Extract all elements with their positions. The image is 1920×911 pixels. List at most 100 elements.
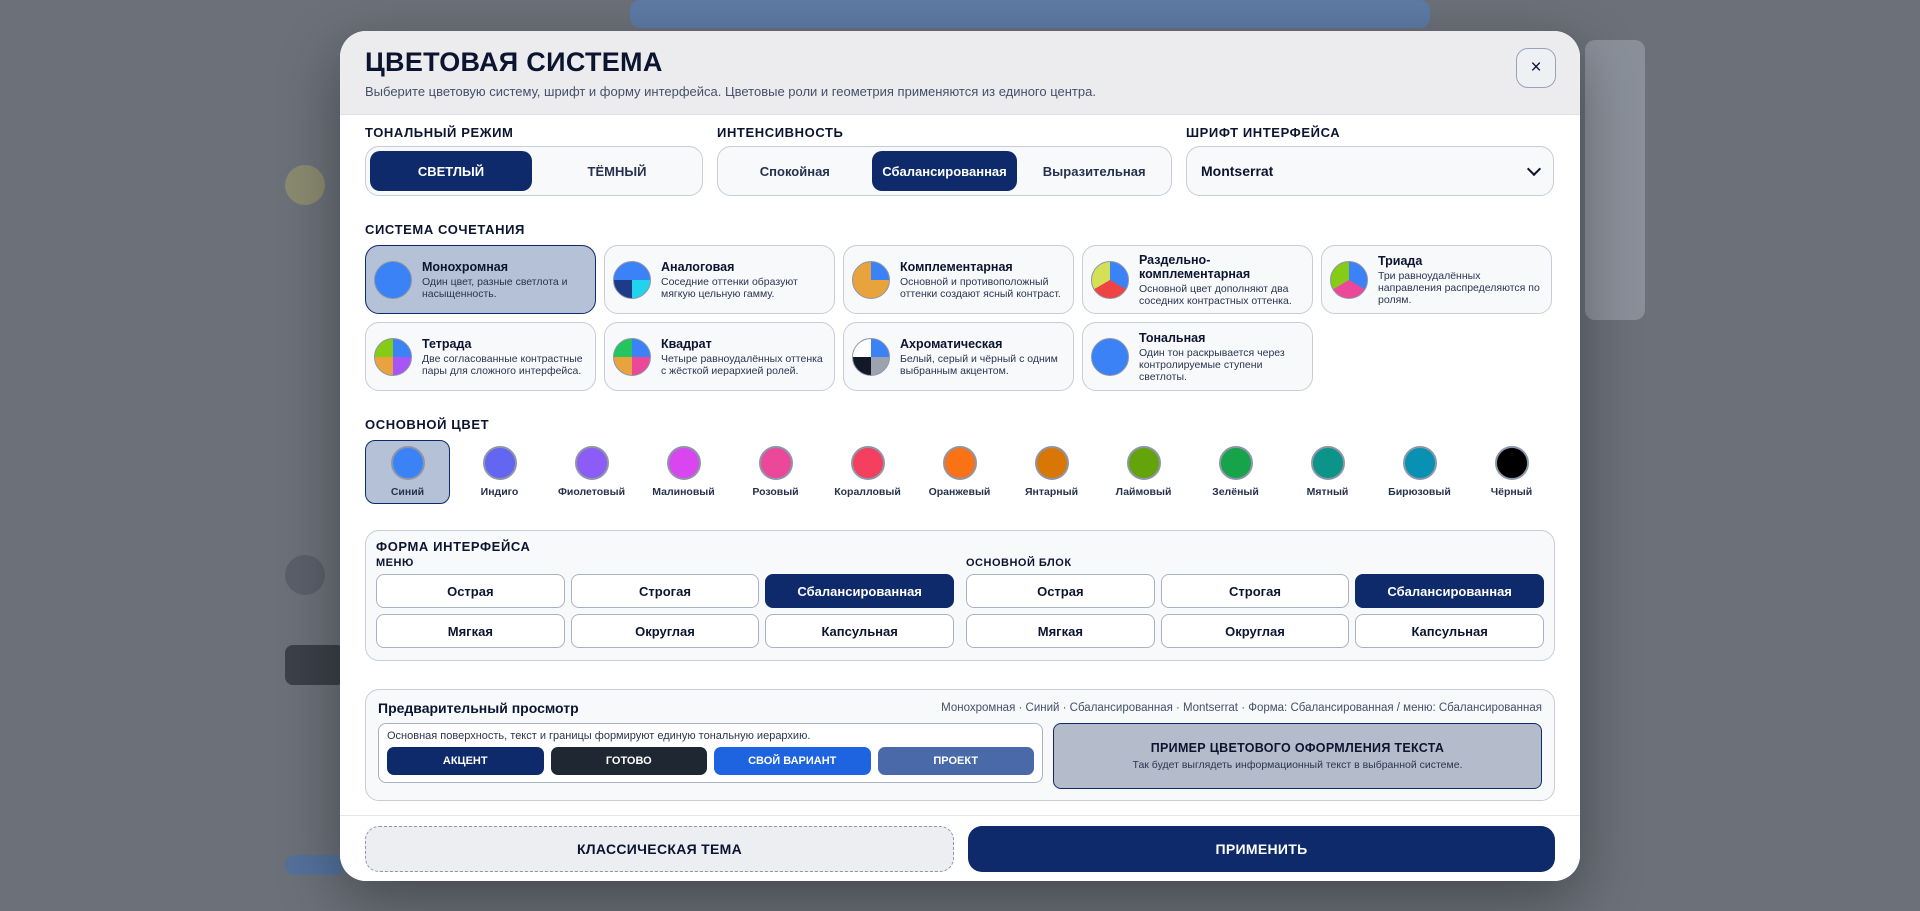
intensity-option-expressive[interactable]: Выразительная xyxy=(1021,151,1167,191)
main-block-shape-label: ОСНОВНОЙ БЛОК xyxy=(966,557,1072,569)
main-block-shape-option[interactable]: Капсульная xyxy=(1355,614,1544,648)
intensity-group: ИНТЕНСИВНОСТЬ Спокойная Сбалансированная… xyxy=(717,125,1172,196)
base-color-palette: Синий Индиго Фиолетовый Малиновый Розовый Кор… xyxy=(365,440,1555,504)
combination-card[interactable]: Триада Три равноудалённых направления рас… xyxy=(1321,245,1552,314)
menu-shape-option[interactable]: Строгая xyxy=(570,574,760,608)
combination-card[interactable]: Ахроматическая Белый, серый и чёрный с од… xyxy=(843,322,1074,391)
color-option[interactable]: Бирюзовый xyxy=(1377,440,1462,504)
color-name: Зелёный xyxy=(1212,486,1259,498)
text-sample-desc: Так будет выглядеть информационный текст… xyxy=(1132,759,1463,771)
combination-desc: Соседние оттенки образуют мягкую цельную… xyxy=(661,275,798,300)
color-dot-icon xyxy=(1310,446,1345,480)
tone-option-light[interactable]: СВЕТЛЫЙ xyxy=(370,151,532,191)
square-swatch-icon xyxy=(613,337,651,376)
combination-card[interactable]: Раздельно-комплементарная Основной цвет д… xyxy=(1082,245,1313,314)
color-dot-icon xyxy=(1218,446,1253,480)
background-button xyxy=(285,645,345,685)
menu-shape-option[interactable]: Мягкая xyxy=(376,614,565,648)
combination-card[interactable]: Тетрада Две согласованные контрастные пар… xyxy=(365,322,596,391)
main-block-shape-option[interactable]: Округлая xyxy=(1160,614,1350,648)
color-option[interactable]: Малиновый xyxy=(641,440,726,504)
main-block-shape-option[interactable]: Строгая xyxy=(1160,574,1350,608)
preview-chip: ГОТОВО xyxy=(550,747,707,775)
color-option[interactable]: Янтарный xyxy=(1009,440,1094,504)
combination-card[interactable]: Монохромная Один цвет, разные светлота и … xyxy=(365,245,596,314)
complementary-swatch-icon xyxy=(852,260,890,299)
intensity-label: ИНТЕНСИВНОСТЬ xyxy=(717,125,844,140)
intensity-option-calm[interactable]: Спокойная xyxy=(722,151,868,191)
tone-option-dark[interactable]: ТЁМНЫЙ xyxy=(536,151,698,191)
color-option[interactable]: Розовый xyxy=(733,440,818,504)
color-option[interactable]: Синий xyxy=(365,440,450,504)
main-block-shape-option[interactable]: Мягкая xyxy=(966,614,1155,648)
combination-desc: Основной и противоположный оттенки созда… xyxy=(900,275,1061,300)
color-option[interactable]: Лаймовый xyxy=(1101,440,1186,504)
dialog-title: ЦВЕТОВАЯ СИСТЕМА xyxy=(365,47,663,77)
background-avatar-2 xyxy=(285,555,325,595)
color-option[interactable]: Мятный xyxy=(1285,440,1370,504)
main-block-shape-option[interactable]: Острая xyxy=(966,574,1155,608)
combination-card[interactable]: Аналоговая Соседние оттенки образуют мягк… xyxy=(604,245,835,314)
combination-desc: Четыре равноудалённых оттенка с жёсткой … xyxy=(661,352,823,377)
apply-button[interactable]: ПРИМЕНИТЬ xyxy=(968,825,1555,872)
combination-label: СИСТЕМА СОЧЕТАНИЯ xyxy=(365,222,526,237)
font-label: ШРИФТ ИНТЕРФЕЙСА xyxy=(1186,125,1341,140)
color-option[interactable]: Индиго xyxy=(457,440,542,504)
close-button[interactable]: × xyxy=(1516,48,1556,88)
classic-theme-button[interactable]: КЛАССИЧЕСКАЯ ТЕМА xyxy=(365,825,954,872)
menu-shape-group: МЕНЮ Острая Строгая Сбалансированная Мягкая… xyxy=(376,557,954,648)
combination-card[interactable]: Комплементарная Основной и противоположны… xyxy=(843,245,1074,314)
mono-swatch-icon xyxy=(374,260,412,299)
font-select-value: Montserrat xyxy=(1201,163,1274,179)
preview-body: Основная поверхность, текст и границы фо… xyxy=(378,723,1542,789)
preview-chips: АКЦЕНТ ГОТОВО СВОЙ ВАРИАНТ ПРОЕКТ xyxy=(387,747,1034,775)
preview-chip: ПРОЕКТ xyxy=(877,747,1034,775)
font-select[interactable]: Montserrat xyxy=(1186,146,1554,196)
color-option[interactable]: Коралловый xyxy=(825,440,910,504)
background-banner xyxy=(630,0,1430,28)
color-option[interactable]: Оранжевый xyxy=(917,440,1002,504)
color-dot-icon xyxy=(1034,446,1069,480)
color-option[interactable]: Фиолетовый xyxy=(549,440,634,504)
interface-shape-panel: ФОРМА ИНТЕРФЕЙСА МЕНЮ Острая Строгая Сбала… xyxy=(365,530,1555,661)
analog-swatch-icon xyxy=(613,260,651,299)
menu-shape-option[interactable]: Округлая xyxy=(570,614,760,648)
triad-swatch-icon xyxy=(1330,260,1368,299)
main-block-shape-group: ОСНОВНОЙ БЛОК Острая Строгая Сбалансирован… xyxy=(966,557,1544,648)
color-name: Бирюзовый xyxy=(1388,486,1451,498)
main-block-shape-option[interactable]: Сбалансированная xyxy=(1355,574,1544,608)
tone-mode-switch: СВЕТЛЫЙ ТЁМНЫЙ xyxy=(365,146,703,196)
combination-title: Комплементарная xyxy=(900,259,1013,274)
color-name: Малиновый xyxy=(652,486,715,498)
background-panel xyxy=(1585,40,1645,320)
preview-title: Предварительный просмотр xyxy=(378,700,579,716)
combination-text: Триада Три равноудалённых направления рас… xyxy=(1378,254,1543,306)
menu-shape-option[interactable]: Острая xyxy=(376,574,565,608)
preview-panel: Предварительный просмотр Монохромная · С… xyxy=(365,689,1555,801)
combination-desc: Две согласованные контрастные пары для с… xyxy=(422,352,583,377)
combination-title: Монохромная xyxy=(422,259,509,274)
color-option[interactable]: Зелёный xyxy=(1193,440,1278,504)
menu-shape-option[interactable]: Капсульная xyxy=(765,614,954,648)
dialog-footer: КЛАССИЧЕСКАЯ ТЕМА ПРИМЕНИТЬ xyxy=(340,815,1580,881)
color-option[interactable]: Чёрный xyxy=(1469,440,1554,504)
menu-shape-option[interactable]: Сбалансированная xyxy=(765,574,954,608)
menu-shape-options: Острая Строгая Сбалансированная Мягкая Округ… xyxy=(376,574,954,648)
combination-title: Раздельно-комплементарная xyxy=(1139,252,1251,281)
color-name: Лаймовый xyxy=(1115,486,1172,498)
color-name: Индиго xyxy=(480,486,519,498)
color-system-dialog: ЦВЕТОВАЯ СИСТЕМА Выберите цветовую систе… xyxy=(340,31,1580,881)
combination-text: Квадрат Четыре равноудалённых оттенка с ж… xyxy=(661,337,826,377)
color-name: Фиолетовый xyxy=(557,486,626,498)
combination-text: Монохромная Один цвет, разные светлота и … xyxy=(422,260,587,300)
combination-card[interactable]: Квадрат Четыре равноудалённых оттенка с ж… xyxy=(604,322,835,391)
combination-title: Тетрада xyxy=(422,336,472,351)
main-block-shape-options: Острая Строгая Сбалансированная Мягкая Округ… xyxy=(966,574,1544,648)
text-sample-title: ПРИМЕР ЦВЕТОВОГО ОФОРМЛЕНИЯ ТЕКСТА xyxy=(1150,741,1445,755)
background-avatar xyxy=(285,165,325,205)
intensity-option-balanced[interactable]: Сбалансированная xyxy=(871,151,1018,191)
preview-surface-text: Основная поверхность, текст и границы фо… xyxy=(387,730,811,742)
color-dot-icon xyxy=(942,446,977,480)
combination-card[interactable]: Тональная Один тон раскрывается через кон… xyxy=(1082,322,1313,391)
color-dot-icon xyxy=(482,446,517,480)
